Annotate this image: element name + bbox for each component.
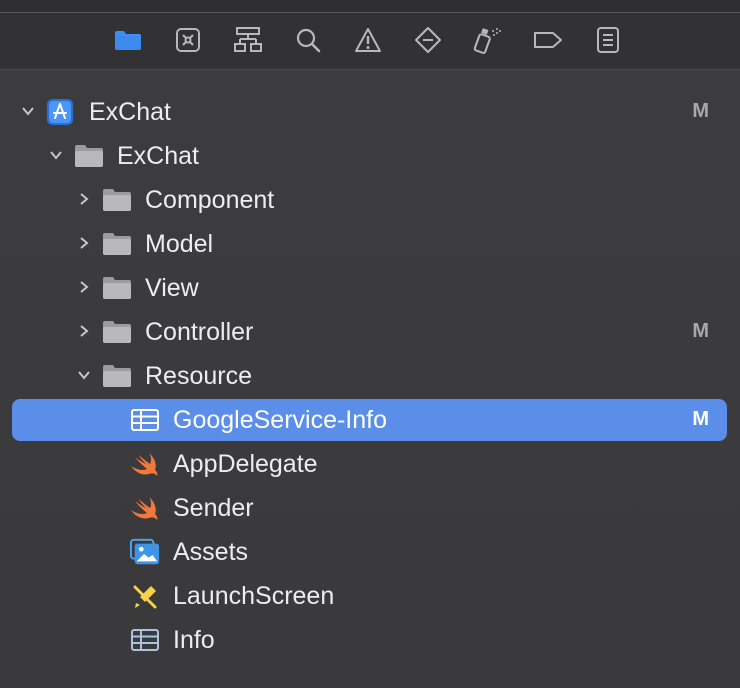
tree-row-appdelegate[interactable]: AppDelegate bbox=[12, 443, 727, 485]
chevron-down-icon[interactable] bbox=[48, 147, 64, 163]
search-icon[interactable] bbox=[293, 25, 323, 55]
tree-row-label: Info bbox=[173, 626, 215, 654]
xcode-project-icon bbox=[45, 99, 75, 125]
tree-row-label: AppDelegate bbox=[173, 450, 318, 478]
tree-row-component[interactable]: Component bbox=[12, 179, 727, 221]
debug-spray-icon[interactable] bbox=[473, 25, 503, 55]
folder-icon bbox=[102, 319, 132, 345]
tree-row-label: View bbox=[145, 274, 199, 302]
chevron-right-icon[interactable] bbox=[76, 279, 92, 295]
tree-row-label: Assets bbox=[173, 538, 249, 566]
hierarchy-icon[interactable] bbox=[233, 25, 263, 55]
tree-row-controller[interactable]: Controller M bbox=[12, 311, 727, 353]
tree-row-sender[interactable]: Sender bbox=[12, 487, 727, 529]
source-control-icon[interactable] bbox=[173, 25, 203, 55]
tree-row-assets[interactable]: Assets bbox=[12, 531, 727, 573]
tree-row-label: Sender bbox=[173, 494, 254, 522]
project-navigator-folder-icon[interactable] bbox=[113, 25, 143, 55]
tree-row-group-exchat[interactable]: ExChat bbox=[12, 135, 727, 177]
folder-icon bbox=[102, 231, 132, 257]
tree-row-label: Controller bbox=[145, 318, 254, 346]
tree-row-view[interactable]: View bbox=[12, 267, 727, 309]
tree-row-label: Resource bbox=[145, 362, 252, 390]
chevron-down-icon[interactable] bbox=[76, 367, 92, 383]
project-navigator: ExChat M ExChat Component Model View Con… bbox=[0, 70, 740, 688]
tree-row-launchscreen[interactable]: LaunchScreen bbox=[12, 575, 727, 617]
chevron-down-icon[interactable] bbox=[20, 103, 36, 119]
tree-row-label: GoogleService-Info bbox=[173, 406, 388, 434]
modified-badge: M bbox=[692, 100, 709, 122]
swift-icon bbox=[130, 495, 160, 521]
test-diamond-icon[interactable] bbox=[413, 25, 443, 55]
tree-row-project[interactable]: ExChat M bbox=[12, 91, 727, 133]
report-icon[interactable] bbox=[593, 25, 623, 55]
folder-icon bbox=[102, 275, 132, 301]
tree-row-info[interactable]: Info bbox=[12, 619, 727, 661]
storyboard-icon bbox=[130, 583, 160, 609]
plist-table-icon bbox=[130, 407, 160, 433]
tree-row-label: ExChat bbox=[117, 142, 199, 170]
tree-row-label: ExChat bbox=[89, 98, 171, 126]
tree-row-model[interactable]: Model bbox=[12, 223, 727, 265]
tree-row-label: Model bbox=[145, 230, 214, 258]
tree-row-label: Component bbox=[145, 186, 275, 214]
swift-icon bbox=[130, 451, 160, 477]
tree-row-resource[interactable]: Resource bbox=[12, 355, 727, 397]
tree-row-label: LaunchScreen bbox=[173, 582, 335, 610]
plist-table-icon bbox=[130, 627, 160, 653]
chevron-right-icon[interactable] bbox=[76, 323, 92, 339]
folder-icon bbox=[102, 187, 132, 213]
folder-icon bbox=[74, 143, 104, 169]
asset-catalog-icon bbox=[130, 538, 160, 565]
modified-badge: M bbox=[692, 320, 709, 342]
tree-row-googleservice-info[interactable]: GoogleService-Info M bbox=[12, 399, 727, 441]
breakpoint-icon[interactable] bbox=[533, 25, 563, 55]
warning-icon[interactable] bbox=[353, 25, 383, 55]
navigator-selector-bar bbox=[0, 13, 740, 70]
folder-icon bbox=[102, 363, 132, 389]
chevron-right-icon[interactable] bbox=[76, 235, 92, 251]
chevron-right-icon[interactable] bbox=[76, 191, 92, 207]
modified-badge: M bbox=[692, 408, 709, 430]
window-top-edge bbox=[0, 0, 740, 13]
